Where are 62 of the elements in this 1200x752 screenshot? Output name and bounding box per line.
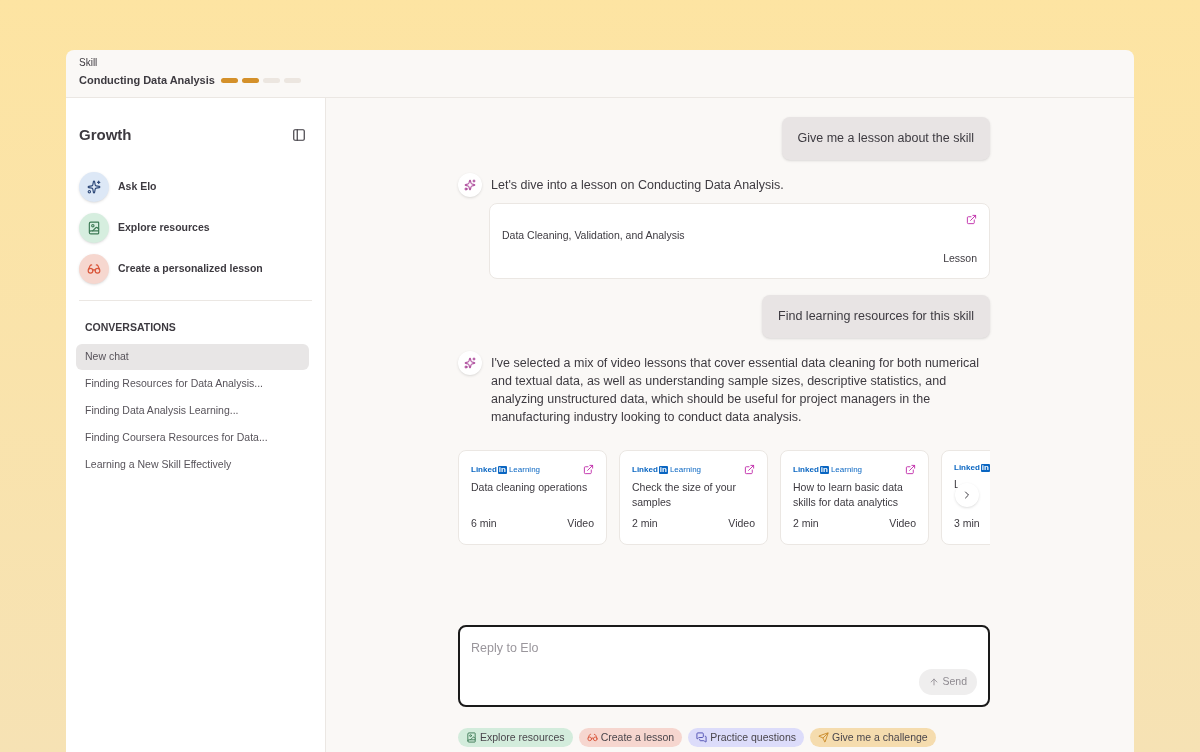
resource-duration: 3 min [954,516,980,532]
external-link-icon[interactable] [905,464,916,475]
skill-title: Conducting Data Analysis [79,73,215,88]
resource-duration: 2 min [793,516,819,532]
sparkle-icon [87,179,101,194]
sidebar-action[interactable]: Create a personalized lesson [79,253,312,284]
provider-logo-badge: in [497,465,507,474]
provider-logo-text: Learning [669,465,702,474]
provider-logo-text: Learning [508,465,541,474]
lesson-type: Lesson [943,250,977,266]
provider-logo-badge: in [819,465,829,474]
conversation-item[interactable]: Finding Resources for Data Analysis... [76,371,309,398]
lesson-title: Data Cleaning, Validation, and Analysis [502,227,686,243]
header-label: Skill [79,56,99,70]
book-icon [466,732,477,743]
external-link-icon[interactable] [744,464,755,475]
resource-type: Video [889,516,916,532]
book-icon [87,220,101,235]
provider-logo-text: Linked [793,465,819,474]
conversations-heading: CONVERSATIONS [85,319,177,335]
resource-card[interactable]: Linked in Learning How to learn basic data skills for data analytics 2 min Video [780,450,929,545]
sidebar-action[interactable]: Explore resources [79,212,312,243]
provider-logo-badge: in [658,465,668,474]
sidebar-toggle-icon[interactable] [292,128,306,143]
resource-title: Check the size of your samples [632,480,737,510]
paper-plane-icon [817,732,829,743]
assistant-message: I've selected a mix of video lessons that cover essential data cleaning for both numerical and textual data, as well as understanding sample sizes, descriptive statistics, and analyzing unstructured data, which should be useful for project managers in the manufacturing industry looking to conduct data analysis. [491,355,981,426]
sidebar-title: Growth [79,125,132,145]
chat-bubbles-icon [696,732,708,743]
resource-title: Data cleaning operations [471,480,589,495]
arrow-up-icon [929,677,940,687]
glasses-icon [87,261,101,276]
external-link-icon[interactable] [966,213,977,225]
resource-duration: 6 min [471,516,497,532]
sparkle-icon [464,357,476,369]
resource-type: Video [567,516,594,532]
suggestion-chip[interactable]: Create a lesson [578,728,683,747]
sparkle-icon [464,178,476,191]
provider-logo-badge: in [980,464,990,472]
resource-duration: 2 min [632,516,658,532]
user-message: Give me a lesson about the skill [781,117,990,160]
suggestion-chip[interactable]: Explore resources [458,728,573,747]
lesson-card[interactable]: Data Cleaning, Validation, and Analysis Lesson [489,202,990,280]
provider-logo-text: Learning [830,465,863,474]
conversation-item[interactable]: Finding Data Analysis Learning... [76,398,309,425]
assistant-message: Let's dive into a lesson on Conducting Data Analysis. [491,176,784,194]
resource-card[interactable]: Linked in Learning Check the size of your samples 2 min Video [619,450,768,545]
conversation-item[interactable]: Learning a New Skill Effectively [76,452,309,479]
provider-logo-text: Linked [471,465,497,474]
external-link-icon[interactable] [583,464,594,475]
conversation-item[interactable]: New chat [76,344,309,371]
resource-type: Video [728,516,755,532]
suggestion-chip[interactable]: Give me a challenge [809,728,936,747]
suggestion-chip[interactable]: Practice questions [688,728,804,747]
user-message: Find learning resources for this skill [762,295,990,338]
resource-title: How to learn basic data skills for data analytics [793,480,904,510]
provider-logo-text: Linked [632,465,658,474]
resource-card[interactable]: Linked in Learning Data cleaning operations 6 min Video [458,450,607,545]
provider-logo-text: Linked [954,464,980,472]
glasses-icon [586,732,598,743]
sidebar-action[interactable]: Ask Elo [79,171,312,202]
conversation-item[interactable]: Finding Coursera Resources for Data... [76,425,309,452]
